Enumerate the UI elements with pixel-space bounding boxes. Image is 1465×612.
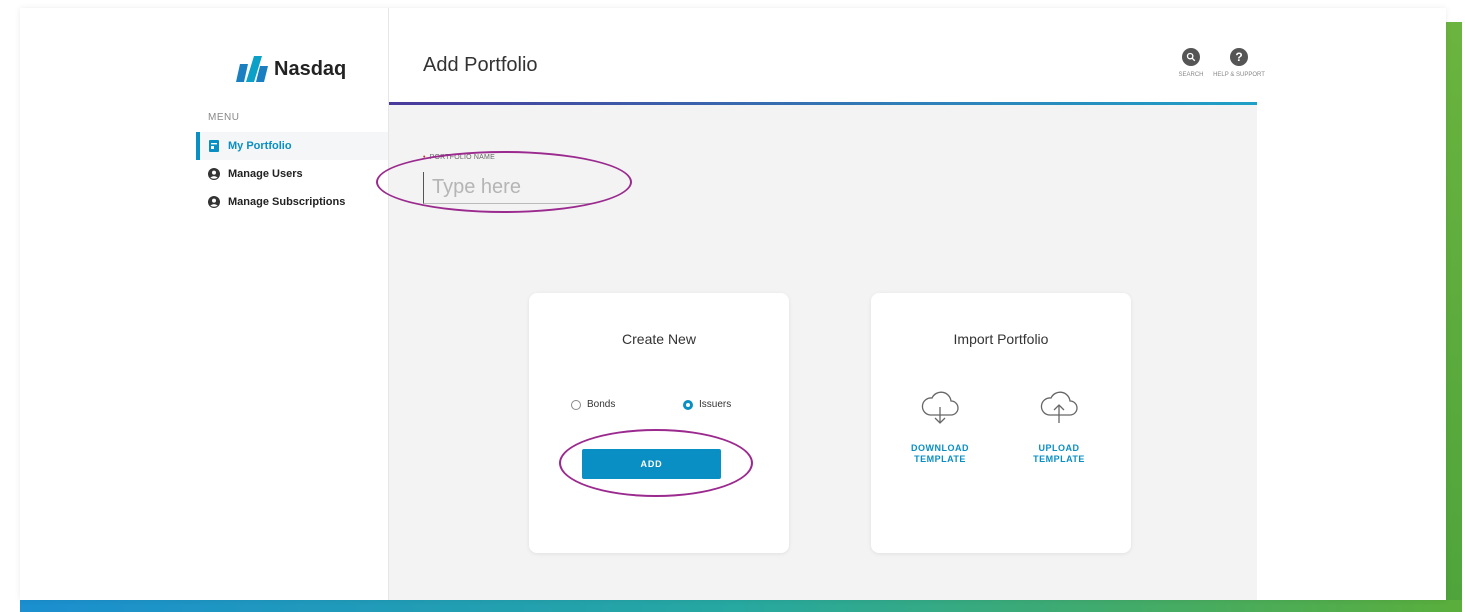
radio-label: Bonds <box>587 399 616 410</box>
create-new-title: Create New <box>622 331 696 347</box>
upload-template-label: UPLOAD TEMPLATE <box>1014 443 1104 465</box>
app-window: Nasdaq MENU My Portfolio Manage Users Ma… <box>20 8 1446 600</box>
decorative-frame-right <box>1446 22 1462 612</box>
portfolio-icon <box>208 140 220 152</box>
portfolio-name-label-text: PORTFOLIO NAME <box>429 154 495 161</box>
radio-label: Issuers <box>699 399 732 410</box>
portfolio-name-label: • PORTFOLIO NAME <box>423 154 495 161</box>
brand-name: Nasdaq <box>274 57 347 80</box>
download-template-label: DOWNLOAD TEMPLATE <box>895 443 985 465</box>
issuers-radio[interactable]: Issuers <box>683 399 731 410</box>
sidebar-nav: My Portfolio Manage Users Manage Subscri… <box>196 132 388 216</box>
sidebar: Nasdaq MENU My Portfolio Manage Users Ma… <box>20 8 389 600</box>
user-circle-icon <box>208 196 220 208</box>
upload-template-line2: TEMPLATE <box>1033 454 1085 464</box>
upload-template-button[interactable]: UPLOAD TEMPLATE <box>1014 385 1104 465</box>
radio-indicator <box>571 399 581 410</box>
download-template-line1: DOWNLOAD <box>911 443 969 453</box>
nasdaq-logo-icon <box>236 56 268 82</box>
page-title: Add Portfolio <box>423 54 538 76</box>
sidebar-item-label: Manage Subscriptions <box>228 196 346 208</box>
main-content: Add Portfolio SEARCH ? HELP & SUPPORT • P… <box>389 8 1265 600</box>
decorative-frame-bottom <box>20 600 1462 612</box>
page-header: Add Portfolio SEARCH ? HELP & SUPPORT <box>389 8 1265 102</box>
add-button[interactable]: ADD <box>582 449 721 479</box>
portfolio-name-input[interactable] <box>423 172 595 204</box>
upload-template-line1: UPLOAD <box>1038 443 1080 453</box>
help-icon: ? <box>1230 48 1248 66</box>
sidebar-item-my-portfolio[interactable]: My Portfolio <box>196 132 388 160</box>
user-circle-icon <box>208 168 220 180</box>
download-template-button[interactable]: DOWNLOAD TEMPLATE <box>895 385 985 465</box>
create-new-card: Create New Bonds Issuers ADD <box>529 293 789 553</box>
search-icon <box>1182 48 1200 66</box>
radio-indicator <box>683 399 693 410</box>
help-caption: HELP & SUPPORT <box>1213 72 1265 78</box>
cloud-download-icon <box>921 391 959 424</box>
menu-label: MENU <box>208 112 240 123</box>
import-portfolio-card: Import Portfolio DOWNLOAD TEMPLATE UPLOA… <box>871 293 1131 553</box>
help-support-button[interactable]: ? HELP & SUPPORT <box>1210 48 1268 78</box>
required-marker: • <box>423 154 426 161</box>
cloud-upload-icon <box>1040 391 1078 423</box>
sidebar-item-label: My Portfolio <box>228 140 292 152</box>
sidebar-item-manage-users[interactable]: Manage Users <box>196 160 388 188</box>
sidebar-item-label: Manage Users <box>228 168 303 180</box>
nasdaq-logo[interactable]: Nasdaq <box>234 52 346 86</box>
header-divider <box>389 102 1257 105</box>
import-portfolio-title: Import Portfolio <box>953 331 1049 347</box>
download-template-line2: TEMPLATE <box>914 454 966 464</box>
sidebar-item-manage-subscriptions[interactable]: Manage Subscriptions <box>196 188 388 216</box>
bonds-radio[interactable]: Bonds <box>571 399 615 410</box>
